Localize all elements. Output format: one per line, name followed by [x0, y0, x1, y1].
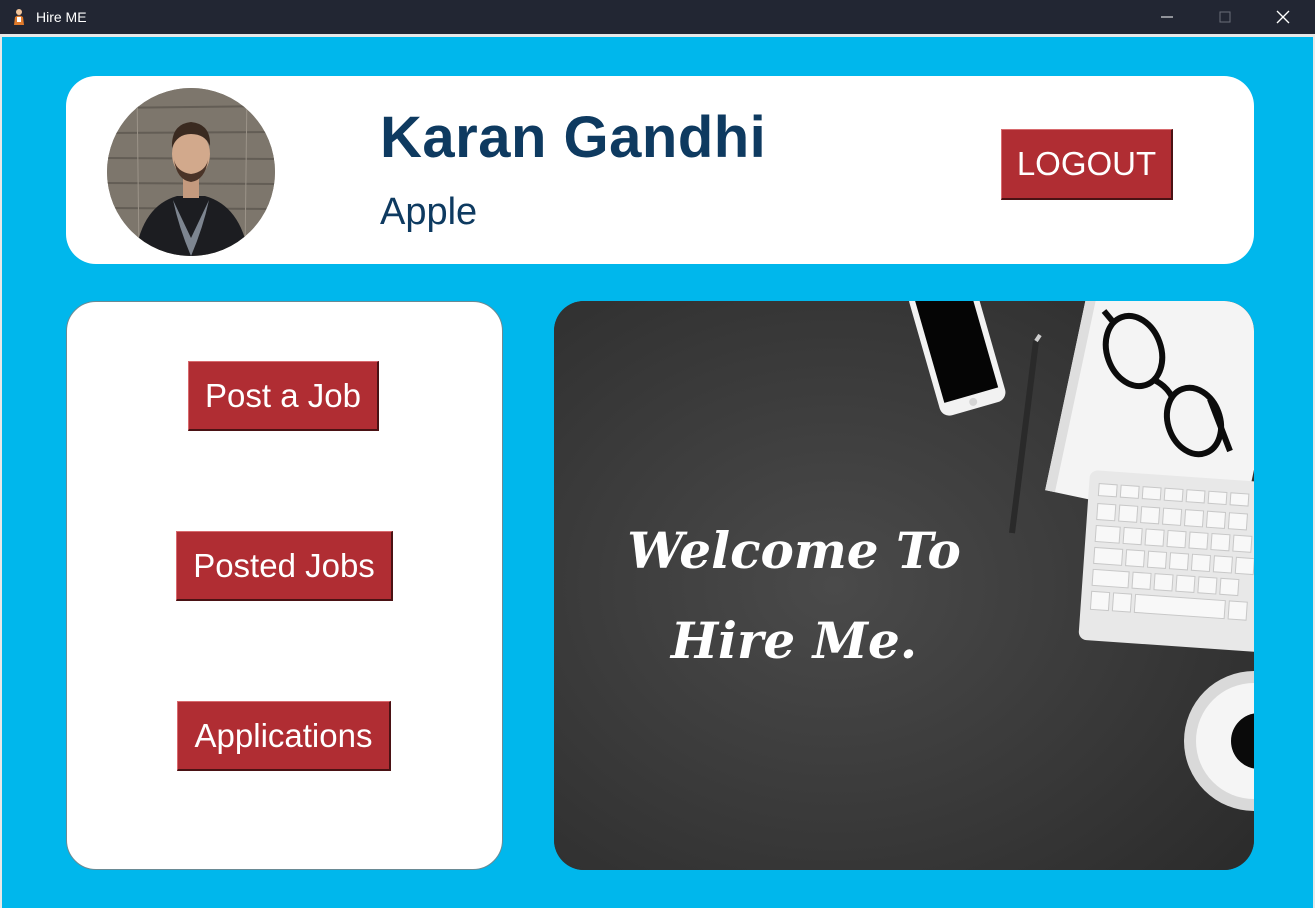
welcome-banner: Welcome To Hire Me.: [554, 301, 1254, 870]
post-job-button[interactable]: Post a Job: [188, 361, 379, 431]
avatar: [107, 88, 275, 256]
applications-button[interactable]: Applications: [177, 701, 391, 771]
close-icon: [1276, 10, 1290, 24]
maximize-icon: [1219, 11, 1231, 23]
company-name: Apple: [380, 191, 478, 233]
minimize-button[interactable]: [1138, 0, 1196, 34]
person-icon: [12, 8, 28, 26]
maximize-button[interactable]: [1196, 0, 1254, 34]
minimize-icon: [1161, 16, 1173, 18]
profile-photo: [107, 88, 275, 256]
welcome-line-1: Welcome To: [627, 521, 961, 580]
user-name: Karan Gandhi: [380, 105, 767, 170]
posted-jobs-button[interactable]: Posted Jobs: [176, 531, 393, 601]
close-button[interactable]: [1254, 0, 1312, 34]
welcome-line-2: Hire Me.: [670, 611, 918, 670]
window-title: Hire ME: [36, 9, 87, 25]
title-bar: Hire ME: [0, 0, 1315, 34]
logout-button[interactable]: LOGOUT: [1001, 129, 1173, 200]
